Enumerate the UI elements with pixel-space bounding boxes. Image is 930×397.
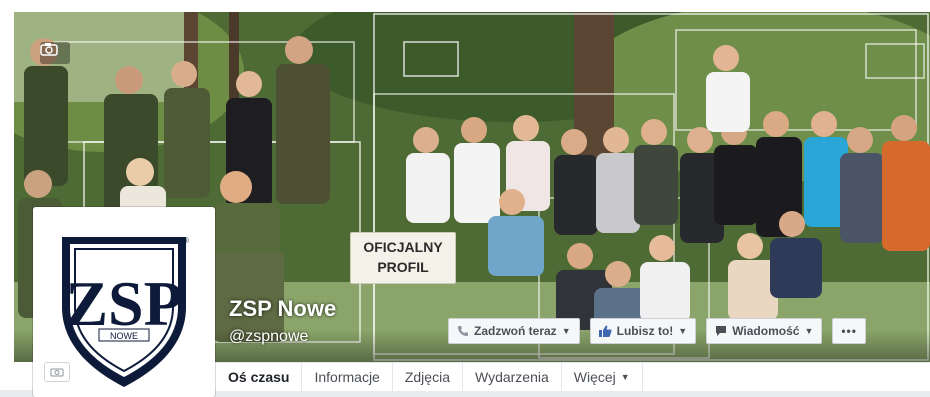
tab-label: Więcej [573,369,616,385]
chevron-down-icon: ▼ [620,372,630,382]
official-profile-stamp: OFICJALNY PROFIL [350,232,456,284]
page-handle[interactable]: @zspnowe [229,328,308,346]
stamp-line2: PROFIL [377,259,429,275]
call-now-button[interactable]: Zadzwoń teraz ▼ [448,318,580,344]
page-actions: Zadzwoń teraz ▼ Lubisz to! ▼ Wiadomość ▼… [448,318,866,344]
chevron-down-icon: ▼ [561,326,571,336]
tab-events[interactable]: Wydarzenia [463,363,562,391]
like-label: Lubisz to! [616,324,674,338]
svg-text:NOWE: NOWE [110,331,138,341]
like-button[interactable]: Lubisz to! ▼ [589,318,697,344]
call-now-label: Zadzwoń teraz [474,324,557,338]
stamp-line1: OFICJALNY [363,239,443,255]
tab-photos[interactable]: Zdjęcia [393,363,463,391]
page-title[interactable]: ZSP Nowe [229,296,336,322]
more-button[interactable]: ••• [832,318,866,344]
tab-label: Zdjęcia [404,369,450,385]
message-button[interactable]: Wiadomość ▼ [706,318,823,344]
camera-icon[interactable] [40,42,70,64]
tab-more[interactable]: Więcej ▼ [562,363,643,391]
message-label: Wiadomość [732,324,800,338]
chevron-down-icon: ▼ [804,326,814,336]
tab-label: Wydarzenia [474,369,549,385]
message-icon [715,325,727,337]
tab-label: Informacje [314,369,380,385]
more-icon: ••• [841,324,857,338]
svg-text:ZSP: ZSP [65,268,182,339]
thumbs-up-icon [598,325,612,337]
svg-text:®: ® [183,236,189,245]
tab-timeline[interactable]: Oś czasu [216,363,303,391]
tab-about[interactable]: Informacje [302,363,393,391]
chevron-down-icon: ▼ [678,326,688,336]
phone-icon [457,325,469,337]
page-tabs: Oś czasu Informacje Zdjęcia Wydarzenia W… [216,362,930,391]
camera-icon[interactable] [44,362,70,382]
tab-label: Oś czasu [228,369,290,385]
